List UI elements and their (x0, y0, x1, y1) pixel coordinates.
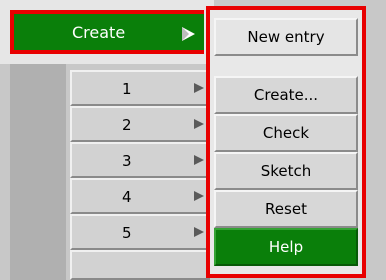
sketch-button-label: Sketch (260, 162, 312, 180)
reset-button-label: Reset (265, 200, 307, 218)
submenu-arrow-icon (192, 189, 206, 203)
submenu-arrow-icon (180, 26, 196, 42)
row-item-3[interactable]: 3 (70, 142, 210, 178)
row-item-4[interactable]: 4 (70, 178, 210, 214)
reset-button[interactable]: Reset (214, 190, 358, 228)
left-inner (10, 64, 66, 280)
create-button-label: Create... (253, 86, 319, 104)
submenu-arrow-icon (192, 225, 206, 239)
new-entry-title: New entry (214, 18, 358, 56)
row-item-5[interactable]: 5 (70, 214, 210, 250)
submenu-arrow-icon (192, 153, 206, 167)
submenu-arrow-icon (192, 117, 206, 131)
help-button-label: Help (268, 238, 304, 256)
check-button-label: Check (262, 124, 310, 142)
create-menu-header[interactable]: Create (10, 10, 204, 54)
row-item-1[interactable]: 1 (70, 70, 210, 106)
help-button[interactable]: Help (214, 228, 358, 266)
create-button[interactable]: Create... (214, 76, 358, 114)
row-label: 2 (122, 116, 132, 134)
check-button[interactable]: Check (214, 114, 358, 152)
row-label: 3 (122, 152, 132, 170)
submenu-arrow-icon (192, 81, 206, 95)
row-label: 5 (122, 224, 132, 242)
sketch-button[interactable]: Sketch (214, 152, 358, 190)
row-item-2[interactable]: 2 (70, 106, 210, 142)
row-label: 1 (122, 80, 132, 98)
left-stripe (0, 64, 10, 280)
new-entry-label: New entry (247, 28, 325, 46)
create-header-label: Create (72, 23, 126, 42)
row-item-6[interactable] (70, 250, 210, 280)
row-label: 4 (122, 188, 132, 206)
